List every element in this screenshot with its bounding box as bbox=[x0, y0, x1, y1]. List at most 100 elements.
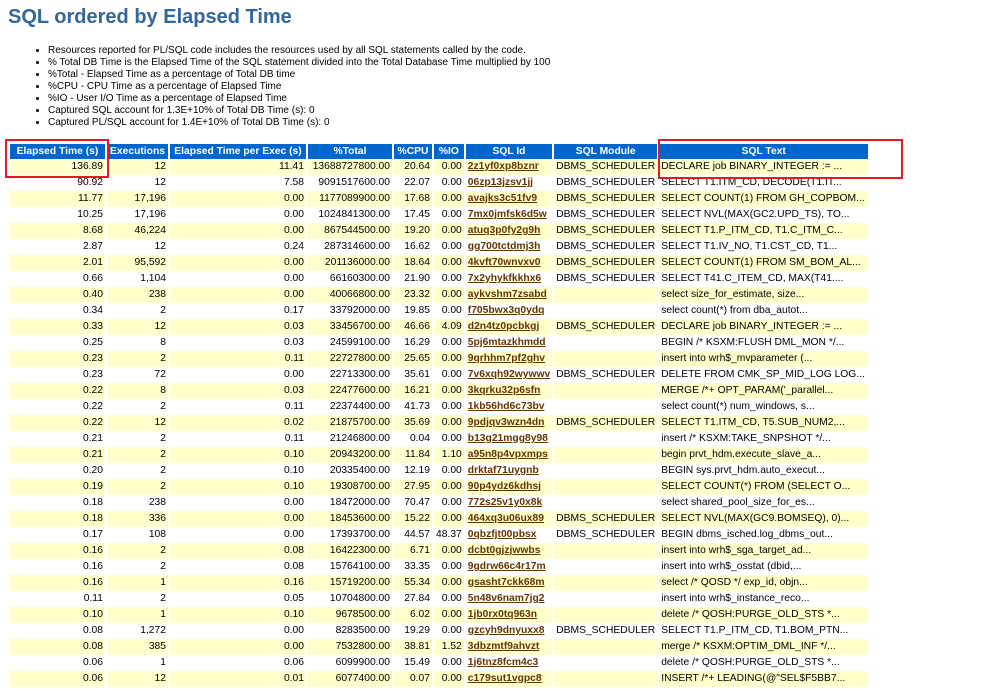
sql-id-link[interactable]: 0qbzfjt00pbsx bbox=[468, 529, 537, 540]
table-row: 10.25 17,196 0.00 1024841300.00 17.45 0.00 7mx… bbox=[10, 207, 869, 223]
cell-pct-io: 0.00 bbox=[434, 511, 464, 527]
cell-sql-id: a95n8p4vpxmps bbox=[465, 447, 553, 463]
table-row: 0.66 1,104 0.00 66160300.00 21.90 0.00 7x2yhyk… bbox=[10, 271, 869, 287]
cell-executions: 12 bbox=[107, 319, 168, 335]
sql-id-link[interactable]: a95n8p4vpxmps bbox=[468, 449, 548, 460]
cell-pct-total: 17393700.00 bbox=[308, 527, 392, 543]
cell-pct-cpu: 27.95 bbox=[394, 479, 432, 495]
cell-executions: 2 bbox=[107, 479, 168, 495]
sql-id-link[interactable]: avajks3c51fv9 bbox=[468, 193, 537, 204]
cell-pct-io: 0.00 bbox=[434, 655, 464, 671]
sql-id-link[interactable]: aykvshm7zsabd bbox=[468, 289, 547, 300]
table-row: 2.87 12 0.24 287314600.00 16.62 0.00 gg700tctd… bbox=[10, 239, 869, 255]
cell-elapsed-per-exec: 0.11 bbox=[170, 351, 306, 367]
notes-list: Resources reported for PL/SQL code inclu… bbox=[30, 45, 550, 129]
sql-id-link[interactable]: c179sut1vgpc8 bbox=[468, 673, 542, 684]
table-body: 136.89 12 11.41 13688727800.00 20.64 0.00 2z1y… bbox=[10, 159, 869, 687]
cell-pct-total: 18453600.00 bbox=[308, 511, 392, 527]
note-item: %CPU - CPU Time as a percentage of Elaps… bbox=[48, 81, 550, 93]
cell-elapsed-time: 0.10 bbox=[10, 607, 105, 623]
cell-sql-id: 4kvft70wnvxv0 bbox=[465, 255, 553, 271]
cell-pct-cpu: 35.69 bbox=[394, 415, 432, 431]
sql-id-link[interactable]: 9qrhhm7pf2ghv bbox=[468, 353, 545, 364]
sql-id-link[interactable]: 90p4ydz6kdhsj bbox=[468, 481, 541, 492]
cell-elapsed-time: 0.21 bbox=[10, 447, 105, 463]
col-elapsed-per-exec[interactable]: Elapsed Time per Exec (s) bbox=[170, 144, 306, 159]
cell-sql-id: gzcyh9dnyuxx8 bbox=[465, 623, 553, 639]
cell-pct-total: 18472000.00 bbox=[308, 495, 392, 511]
sql-id-link[interactable]: 1kb56hd6c73bv bbox=[468, 401, 545, 412]
table-row: 0.16 2 0.08 16422300.00 6.71 0.00 dcbt0gjzjwwb… bbox=[10, 543, 869, 559]
sql-id-link[interactable]: b13g21mgg8y98 bbox=[468, 433, 548, 444]
cell-executions: 12 bbox=[107, 671, 168, 687]
cell-elapsed-time: 0.23 bbox=[10, 351, 105, 367]
cell-executions: 238 bbox=[107, 495, 168, 511]
sql-id-link[interactable]: atuq3p0fy2g9h bbox=[468, 225, 541, 236]
col-pct-cpu[interactable]: %CPU bbox=[394, 144, 432, 159]
cell-sql-module bbox=[554, 495, 658, 511]
cell-pct-total: 21875700.00 bbox=[308, 415, 392, 431]
cell-pct-cpu: 11.84 bbox=[394, 447, 432, 463]
cell-elapsed-per-exec: 0.00 bbox=[170, 207, 306, 223]
col-pct-total[interactable]: %Total bbox=[308, 144, 392, 159]
sql-id-link[interactable]: 3kqrku32p6sfn bbox=[468, 385, 541, 396]
col-sql-module[interactable]: SQL Module bbox=[554, 144, 658, 159]
cell-elapsed-time: 0.18 bbox=[10, 511, 105, 527]
cell-sql-id: d2n4tz0pcbkgj bbox=[465, 319, 553, 335]
cell-sql-text: SELECT COUNT(1) FROM GH_COPBOM... bbox=[659, 191, 869, 207]
sql-id-link[interactable]: 772s25v1y0x8k bbox=[468, 497, 542, 508]
table-row: 0.06 1 0.06 6099900.00 15.49 0.00 1j6tnz8fcm4c… bbox=[10, 655, 869, 671]
sql-id-link[interactable]: 7x2yhykfkkhx6 bbox=[468, 273, 541, 284]
cell-sql-id: atuq3p0fy2g9h bbox=[465, 223, 553, 239]
sql-id-link[interactable]: drktaf71uygnb bbox=[468, 465, 539, 476]
sql-id-link[interactable]: 7mx0jmfsk6d5w bbox=[468, 209, 547, 220]
col-executions[interactable]: Executions bbox=[107, 144, 168, 159]
sql-id-link[interactable]: gsasht7ckk68m bbox=[468, 577, 545, 588]
cell-pct-cpu: 19.29 bbox=[394, 623, 432, 639]
cell-executions: 2 bbox=[107, 559, 168, 575]
sql-id-link[interactable]: gzcyh9dnyuxx8 bbox=[468, 625, 545, 636]
sql-id-link[interactable]: d2n4tz0pcbkgj bbox=[468, 321, 540, 332]
table-row: 0.33 12 0.03 33456700.00 46.66 4.09 d2n4tz0pcb… bbox=[10, 319, 869, 335]
col-sql-text[interactable]: SQL Text bbox=[659, 144, 869, 159]
sql-id-link[interactable]: 9gdrw66c4r17m bbox=[468, 561, 546, 572]
cell-pct-cpu: 25.65 bbox=[394, 351, 432, 367]
cell-sql-text: MERGE /*+ OPT_PARAM('_parallel... bbox=[659, 383, 869, 399]
cell-sql-text: DECLARE job BINARY_INTEGER := ... bbox=[659, 319, 869, 335]
sql-id-link[interactable]: 06zp13jzsv1jj bbox=[468, 177, 533, 188]
col-pct-io[interactable]: %IO bbox=[434, 144, 464, 159]
cell-sql-module: DBMS_SCHEDULER bbox=[554, 623, 658, 639]
cell-sql-text: BEGIN dbms_isched.log_dbms_out... bbox=[659, 527, 869, 543]
sql-id-link[interactable]: f705bwx3q0ydq bbox=[468, 305, 545, 316]
cell-elapsed-per-exec: 0.00 bbox=[170, 527, 306, 543]
cell-sql-module bbox=[554, 399, 658, 415]
col-elapsed-time[interactable]: Elapsed Time (s) bbox=[10, 144, 105, 159]
sql-id-link[interactable]: 3dbzmtf9ahvzt bbox=[468, 641, 540, 652]
cell-pct-io: 0.00 bbox=[434, 367, 464, 383]
cell-sql-text: SELECT T1.P_ITM_CD, T1.BOM_PTN... bbox=[659, 623, 869, 639]
note-item: %Total - Elapsed Time as a percentage of… bbox=[48, 69, 550, 81]
cell-sql-id: 5pj6mtazkhmdd bbox=[465, 335, 553, 351]
sql-id-link[interactable]: 4kvft70wnvxv0 bbox=[468, 257, 541, 268]
cell-elapsed-per-exec: 0.03 bbox=[170, 335, 306, 351]
cell-elapsed-per-exec: 0.17 bbox=[170, 303, 306, 319]
sql-id-link[interactable]: 9pdjqv3wzn4dn bbox=[468, 417, 545, 428]
table-row: 0.40 238 0.00 40066800.00 23.32 0.00 aykvshm7z… bbox=[10, 287, 869, 303]
sql-id-link[interactable]: 7v6xqh92wywwv bbox=[468, 369, 550, 380]
cell-executions: 17,196 bbox=[107, 207, 168, 223]
col-sql-id[interactable]: SQL Id bbox=[465, 144, 553, 159]
sql-id-link[interactable]: gg700tctdmj3h bbox=[468, 241, 541, 252]
sql-id-link[interactable]: dcbt0gjzjwwbs bbox=[468, 545, 541, 556]
sql-id-link[interactable]: 464xq3u06ux89 bbox=[468, 513, 544, 524]
sql-id-link[interactable]: 1jb0rx0tq963n bbox=[468, 609, 537, 620]
cell-pct-io: 0.00 bbox=[434, 207, 464, 223]
table-row: 0.10 1 0.10 9678500.00 6.02 0.00 1jb0rx0tq963n… bbox=[10, 607, 869, 623]
sql-id-link[interactable]: 2z1yf0xp8bznr bbox=[468, 161, 539, 172]
cell-executions: 12 bbox=[107, 159, 168, 175]
cell-sql-id: 1kb56hd6c73bv bbox=[465, 399, 553, 415]
cell-pct-total: 9091517600.00 bbox=[308, 175, 392, 191]
sql-id-link[interactable]: 5n48v6nam7jg2 bbox=[468, 593, 545, 604]
cell-executions: 1,104 bbox=[107, 271, 168, 287]
sql-id-link[interactable]: 1j6tnz8fcm4c3 bbox=[468, 657, 538, 668]
sql-id-link[interactable]: 5pj6mtazkhmdd bbox=[468, 337, 546, 348]
